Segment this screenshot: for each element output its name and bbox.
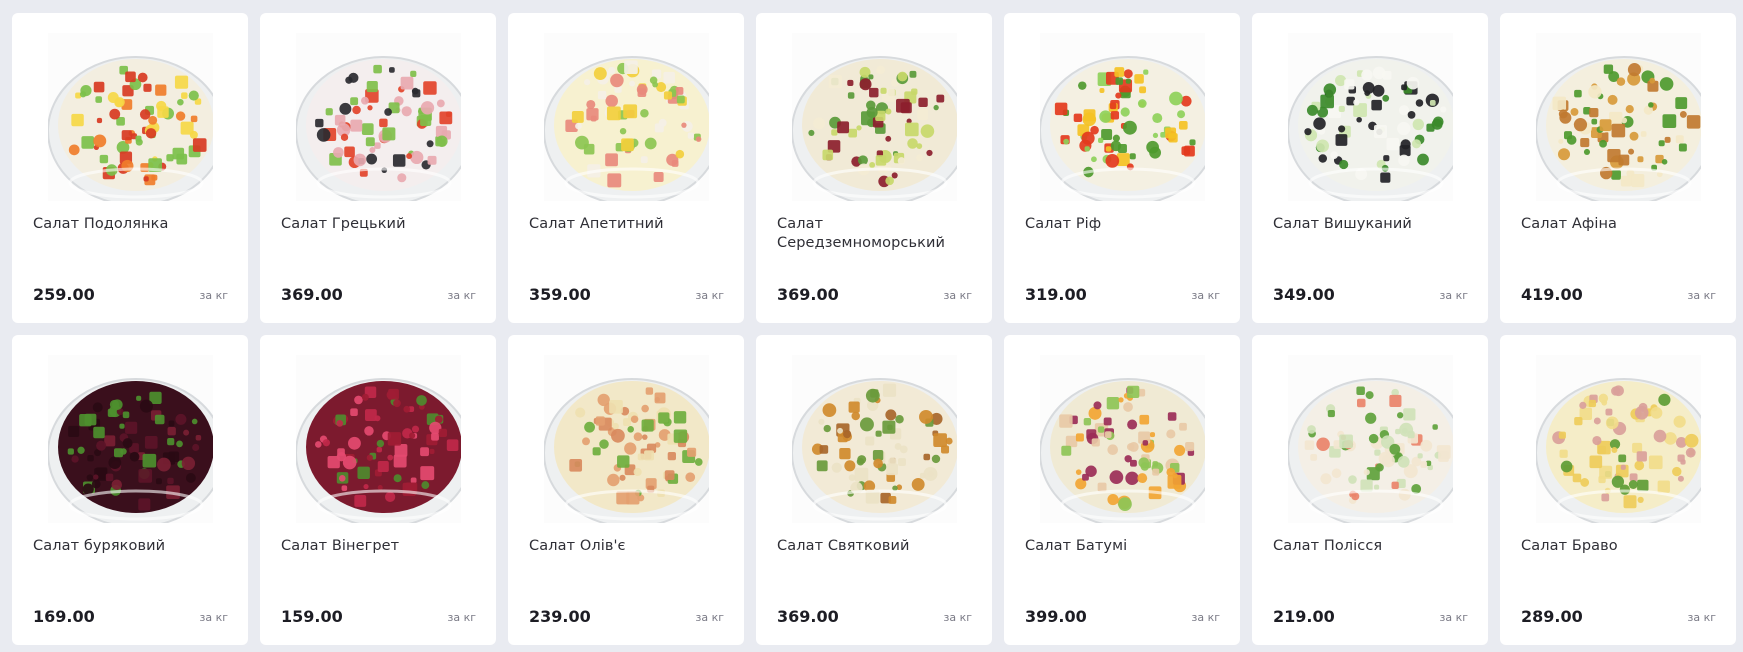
salad-beet-image [48,355,213,523]
product-image[interactable] [1288,33,1453,201]
price-unit: за кг [943,289,972,302]
product-image[interactable] [792,355,957,523]
product-card[interactable]: Салат Апетитний 359.00 за кг [508,13,744,323]
product-price: 399.00 [1025,607,1087,626]
price-unit: за кг [447,611,476,624]
salad-podolyanka-image [48,33,213,201]
product-price: 349.00 [1273,285,1335,304]
product-name[interactable]: Салат Святковий [777,537,977,556]
salad-greek-image [296,33,461,201]
product-image[interactable] [1536,33,1701,201]
product-price: 219.00 [1273,607,1335,626]
product-card[interactable]: Салат Батумі 399.00 за кг [1004,335,1240,645]
price-unit: за кг [695,289,724,302]
price-unit: за кг [1191,611,1220,624]
product-name[interactable]: Салат Полісся [1273,537,1473,556]
price-unit: за кг [447,289,476,302]
product-image[interactable] [544,33,709,201]
salad-afina-image [1536,33,1701,201]
product-price: 319.00 [1025,285,1087,304]
price-unit: за кг [199,611,228,624]
product-image[interactable] [1040,33,1205,201]
product-name[interactable]: Салат Батумі [1025,537,1225,556]
product-price: 259.00 [33,285,95,304]
product-name[interactable]: Салат Грецький [281,215,481,234]
product-image[interactable] [1288,355,1453,523]
product-image[interactable] [792,33,957,201]
salad-polissya-image [1288,355,1453,523]
product-image[interactable] [1040,355,1205,523]
product-card[interactable]: Салат Браво 289.00 за кг [1500,335,1736,645]
product-name[interactable]: Салат Подолянка [33,215,233,234]
product-name[interactable]: Салат Браво [1521,537,1721,556]
product-image[interactable] [48,355,213,523]
salad-apetytnyi-image [544,33,709,201]
price-unit: за кг [943,611,972,624]
product-name[interactable]: Салат Середземноморський [777,215,977,253]
price-unit: за кг [1439,611,1468,624]
product-price: 159.00 [281,607,343,626]
salad-svyatkovyi-image [792,355,957,523]
price-unit: за кг [1687,611,1716,624]
salad-vyshukanyi-image [1288,33,1453,201]
price-unit: за кг [695,611,724,624]
product-card[interactable]: Салат Подолянка 259.00 за кг [12,13,248,323]
product-grid: Салат Подолянка 259.00 за кг Салат Грець… [12,13,1736,645]
price-unit: за кг [1687,289,1716,302]
product-name[interactable]: Салат Ріф [1025,215,1225,234]
price-unit: за кг [199,289,228,302]
salad-rif-image [1040,33,1205,201]
product-price: 369.00 [281,285,343,304]
product-card[interactable]: Салат Олів'є 239.00 за кг [508,335,744,645]
salad-vinegret-image [296,355,461,523]
product-card[interactable]: Салат буряковий 169.00 за кг [12,335,248,645]
product-name[interactable]: Салат Апетитний [529,215,729,234]
price-unit: за кг [1439,289,1468,302]
salad-bravo-image [1536,355,1701,523]
product-image[interactable] [296,355,461,523]
product-price: 239.00 [529,607,591,626]
product-price: 369.00 [777,285,839,304]
product-name[interactable]: Салат Вишуканий [1273,215,1473,234]
product-card[interactable]: Салат Полісся 219.00 за кг [1252,335,1488,645]
product-card[interactable]: Салат Вінегрет 159.00 за кг [260,335,496,645]
product-image[interactable] [1536,355,1701,523]
product-name[interactable]: Салат Афіна [1521,215,1721,234]
product-image[interactable] [48,33,213,201]
product-card[interactable]: Салат Вишуканий 349.00 за кг [1252,13,1488,323]
product-price: 289.00 [1521,607,1583,626]
product-name[interactable]: Салат Вінегрет [281,537,481,556]
product-card[interactable]: Салат Грецький 369.00 за кг [260,13,496,323]
product-image[interactable] [544,355,709,523]
product-name[interactable]: Салат Олів'є [529,537,729,556]
salad-olivier-image [544,355,709,523]
salad-mediterranean-image [792,33,957,201]
product-price: 359.00 [529,285,591,304]
product-card[interactable]: Салат Ріф 319.00 за кг [1004,13,1240,323]
price-unit: за кг [1191,289,1220,302]
product-image[interactable] [296,33,461,201]
product-card[interactable]: Салат Афіна 419.00 за кг [1500,13,1736,323]
product-card[interactable]: Салат Середземноморський 369.00 за кг [756,13,992,323]
product-price: 169.00 [33,607,95,626]
product-price: 419.00 [1521,285,1583,304]
product-card[interactable]: Салат Святковий 369.00 за кг [756,335,992,645]
product-name[interactable]: Салат буряковий [33,537,233,556]
salad-batumi-image [1040,355,1205,523]
product-price: 369.00 [777,607,839,626]
